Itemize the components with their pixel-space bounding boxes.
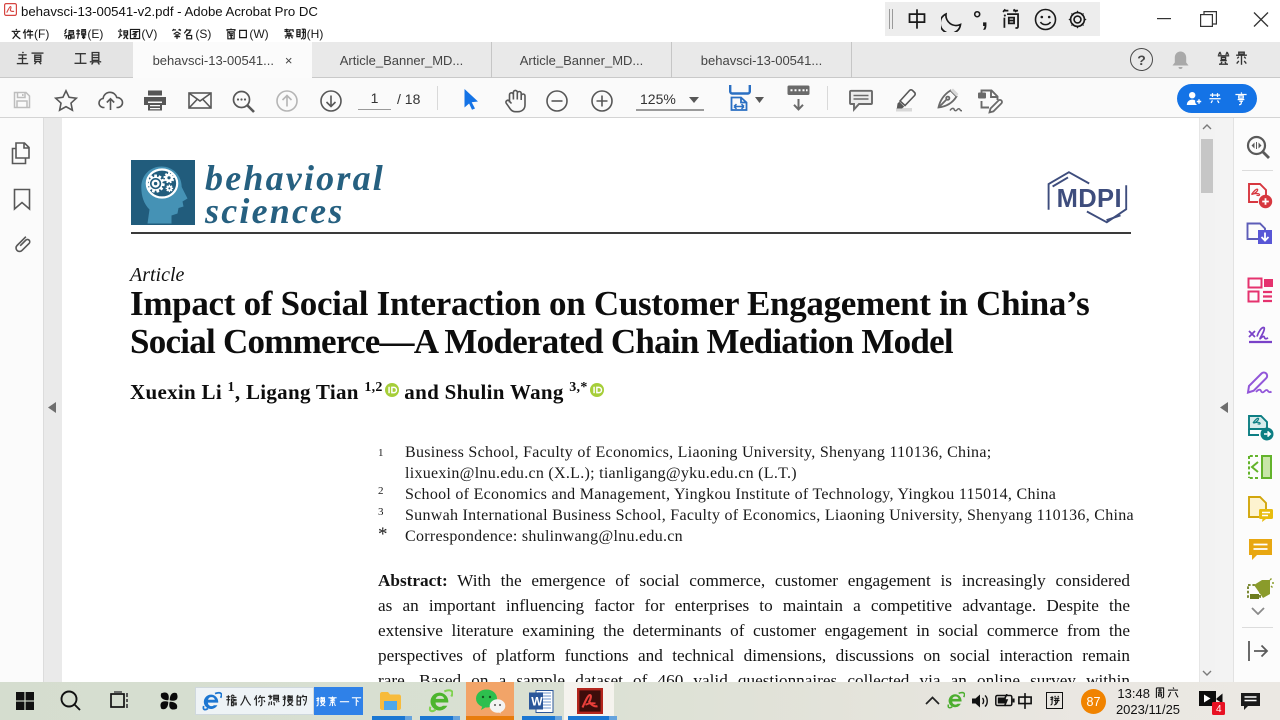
- svg-text:W: W: [531, 695, 543, 709]
- svg-text:4: 4: [1216, 704, 1222, 715]
- svg-text:MDPI: MDPI: [1057, 185, 1122, 213]
